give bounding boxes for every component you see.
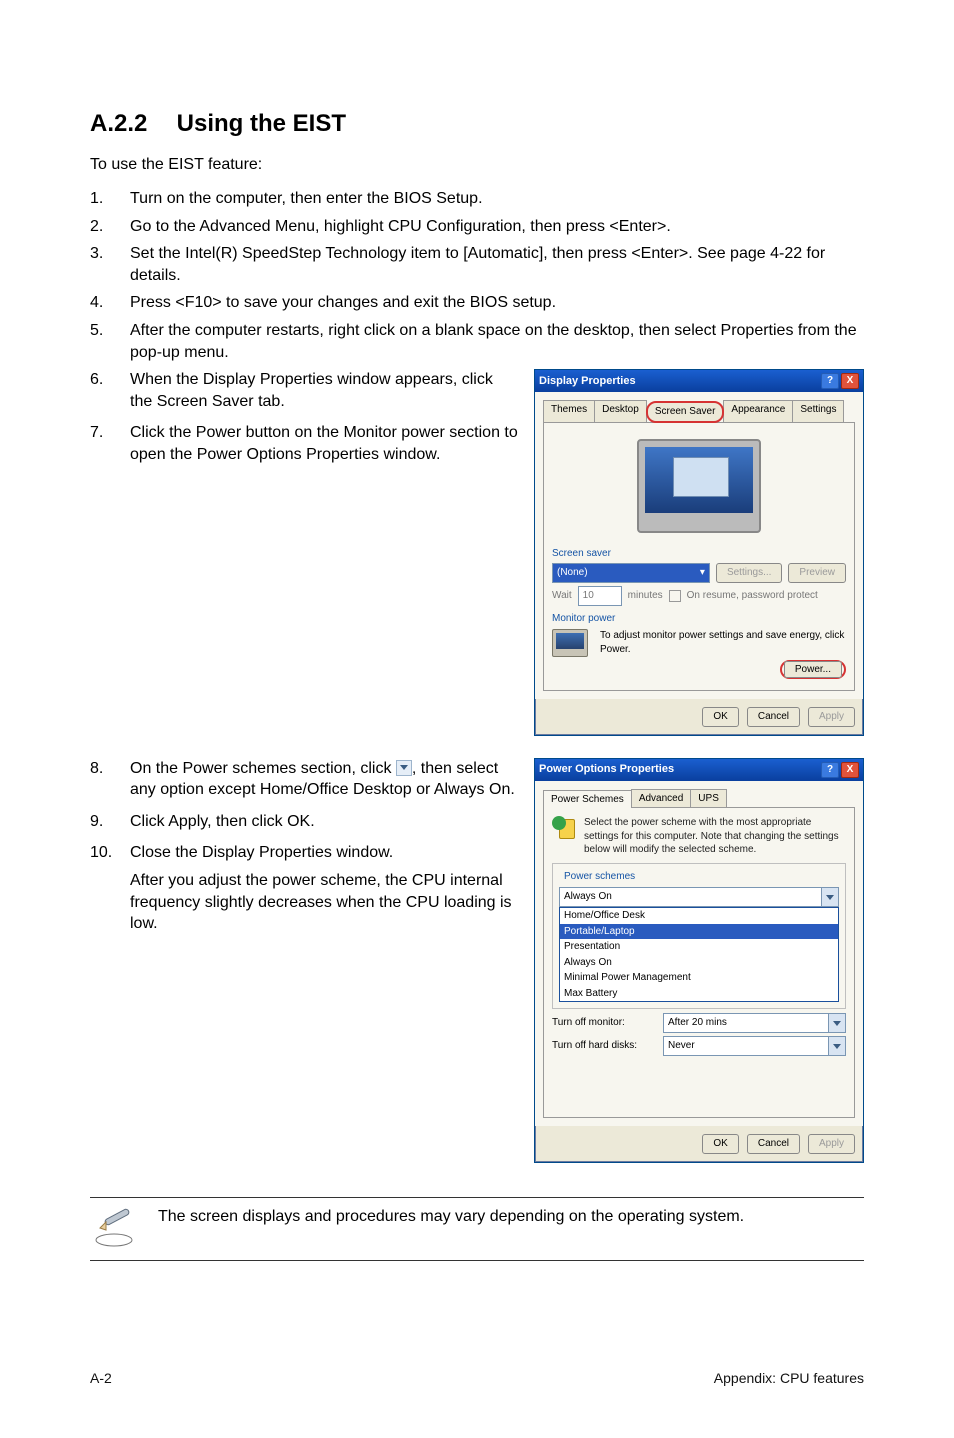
dp-ok-button[interactable]: OK <box>702 707 738 727</box>
turn-off-monitor-select[interactable]: After 20 mins <box>663 1013 846 1033</box>
po-tabs: Power Schemes Advanced UPS <box>543 789 855 808</box>
po-apply-button[interactable]: Apply <box>808 1134 855 1154</box>
step-num-8: 8. <box>90 758 114 801</box>
tab-ups[interactable]: UPS <box>690 789 727 808</box>
section-title-text: Using the EIST <box>177 110 346 137</box>
monitor-preview-icon <box>637 439 761 533</box>
chevron-down-icon <box>396 760 412 776</box>
help-icon[interactable]: ? <box>821 373 839 389</box>
step-text-1: Turn on the computer, then enter the BIO… <box>130 188 864 210</box>
step-text-10: Close the Display Properties window. Aft… <box>130 842 518 934</box>
pencil-note-icon <box>94 1208 140 1248</box>
option-always-on[interactable]: Always On <box>560 955 838 971</box>
footnote-text: The screen displays and procedures may v… <box>158 1208 744 1226</box>
page-footer: A-2 Appendix: CPU features <box>90 1370 864 1386</box>
step-text-5: After the computer restarts, right click… <box>130 320 864 363</box>
option-portable-laptop[interactable]: Portable/Laptop <box>560 924 838 940</box>
battery-plug-icon <box>552 816 576 840</box>
dp-apply-button[interactable]: Apply <box>808 707 855 727</box>
settings-button[interactable]: Settings... <box>716 563 782 583</box>
step-num-1: 1. <box>90 188 114 210</box>
step-num-9: 9. <box>90 811 114 833</box>
turn-off-hd-label: Turn off hard disks: <box>552 1039 657 1053</box>
tab-advanced[interactable]: Advanced <box>631 789 691 808</box>
power-scheme-select[interactable]: Always On <box>559 887 839 907</box>
power-schemes-label: Power schemes <box>561 870 638 884</box>
display-properties-window: Display Properties ? X Themes Desktop Sc… <box>534 369 864 736</box>
power-options-window: Power Options Properties ? X Power Schem… <box>534 758 864 1163</box>
resume-checkbox[interactable] <box>669 590 681 602</box>
tab-screen-saver[interactable]: Screen Saver <box>646 401 725 423</box>
po-ok-button[interactable]: OK <box>702 1134 738 1154</box>
step-text-8: On the Power schemes section, click , th… <box>130 758 518 801</box>
option-max-battery[interactable]: Max Battery <box>560 986 838 1002</box>
close-icon[interactable]: X <box>841 373 859 389</box>
step-num-7: 7. <box>90 422 114 465</box>
step-text-7: Click the Power button on the Monitor po… <box>130 422 518 465</box>
turn-off-monitor-label: Turn off monitor: <box>552 1016 657 1030</box>
option-home-office[interactable]: Home/Office Desk <box>560 908 838 924</box>
note-block: The screen displays and procedures may v… <box>90 1197 864 1261</box>
step-text-3: Set the Intel(R) SpeedStep Technology it… <box>130 243 864 286</box>
power-scheme-options-list: Home/Office Desk Portable/Laptop Present… <box>559 907 839 1002</box>
screensaver-select[interactable]: (None)▾ <box>552 563 710 583</box>
wait-minutes-input[interactable]: 10 <box>578 586 622 606</box>
chevron-down-icon <box>828 1037 845 1055</box>
tab-themes[interactable]: Themes <box>543 400 595 422</box>
monitor-icon <box>552 629 588 657</box>
chevron-down-icon <box>821 888 838 906</box>
po-cancel-button[interactable]: Cancel <box>747 1134 800 1154</box>
step-text-9: Click Apply, then click OK. <box>130 811 518 833</box>
tab-appearance[interactable]: Appearance <box>723 400 793 422</box>
after-note: After you adjust the power scheme, the C… <box>130 872 512 932</box>
step-text-6: When the Display Properties window appea… <box>130 369 518 412</box>
turn-off-hd-select[interactable]: Never <box>663 1036 846 1056</box>
footer-chapter: Appendix: CPU features <box>714 1370 864 1386</box>
tab-desktop[interactable]: Desktop <box>594 400 647 422</box>
dp-cancel-button[interactable]: Cancel <box>747 707 800 727</box>
resume-label: On resume, password protect <box>687 589 818 603</box>
steps-list: 1. Turn on the computer, then enter the B… <box>90 188 864 1179</box>
wait-unit: minutes <box>628 589 663 603</box>
close-icon[interactable]: X <box>841 762 859 778</box>
step-num-5: 5. <box>90 320 114 363</box>
screensaver-group-label: Screen saver <box>552 547 846 561</box>
step-num-6: 6. <box>90 369 114 412</box>
section-heading: A.2.2 Using the EIST <box>90 110 864 138</box>
po-description: Select the power scheme with the most ap… <box>584 816 846 857</box>
tab-power-schemes[interactable]: Power Schemes <box>543 790 632 809</box>
section-number: A.2.2 <box>90 110 170 138</box>
step-num-3: 3. <box>90 243 114 286</box>
tab-settings[interactable]: Settings <box>792 400 844 422</box>
power-button[interactable]: Power... <box>784 661 842 678</box>
help-icon[interactable]: ? <box>821 762 839 778</box>
step-text-4: Press <F10> to save your changes and exi… <box>130 292 864 314</box>
intro-text: To use the EIST feature: <box>90 156 864 174</box>
chevron-down-icon <box>828 1014 845 1032</box>
footer-page-number: A-2 <box>90 1370 112 1386</box>
wait-label: Wait <box>552 589 572 603</box>
option-presentation[interactable]: Presentation <box>560 939 838 955</box>
dp-title: Display Properties <box>539 374 636 389</box>
option-minimal-power[interactable]: Minimal Power Management <box>560 970 838 986</box>
step-text-2: Go to the Advanced Menu, highlight CPU C… <box>130 216 864 238</box>
po-title: Power Options Properties <box>539 762 674 777</box>
monitor-power-group-label: Monitor power <box>552 612 846 626</box>
step-num-4: 4. <box>90 292 114 314</box>
monitor-power-text: To adjust monitor power settings and sav… <box>600 629 846 656</box>
step-num-10: 10. <box>90 842 114 934</box>
step-num-2: 2. <box>90 216 114 238</box>
dp-tabs: Themes Desktop Screen Saver Appearance S… <box>543 400 855 422</box>
preview-button[interactable]: Preview <box>788 563 846 583</box>
